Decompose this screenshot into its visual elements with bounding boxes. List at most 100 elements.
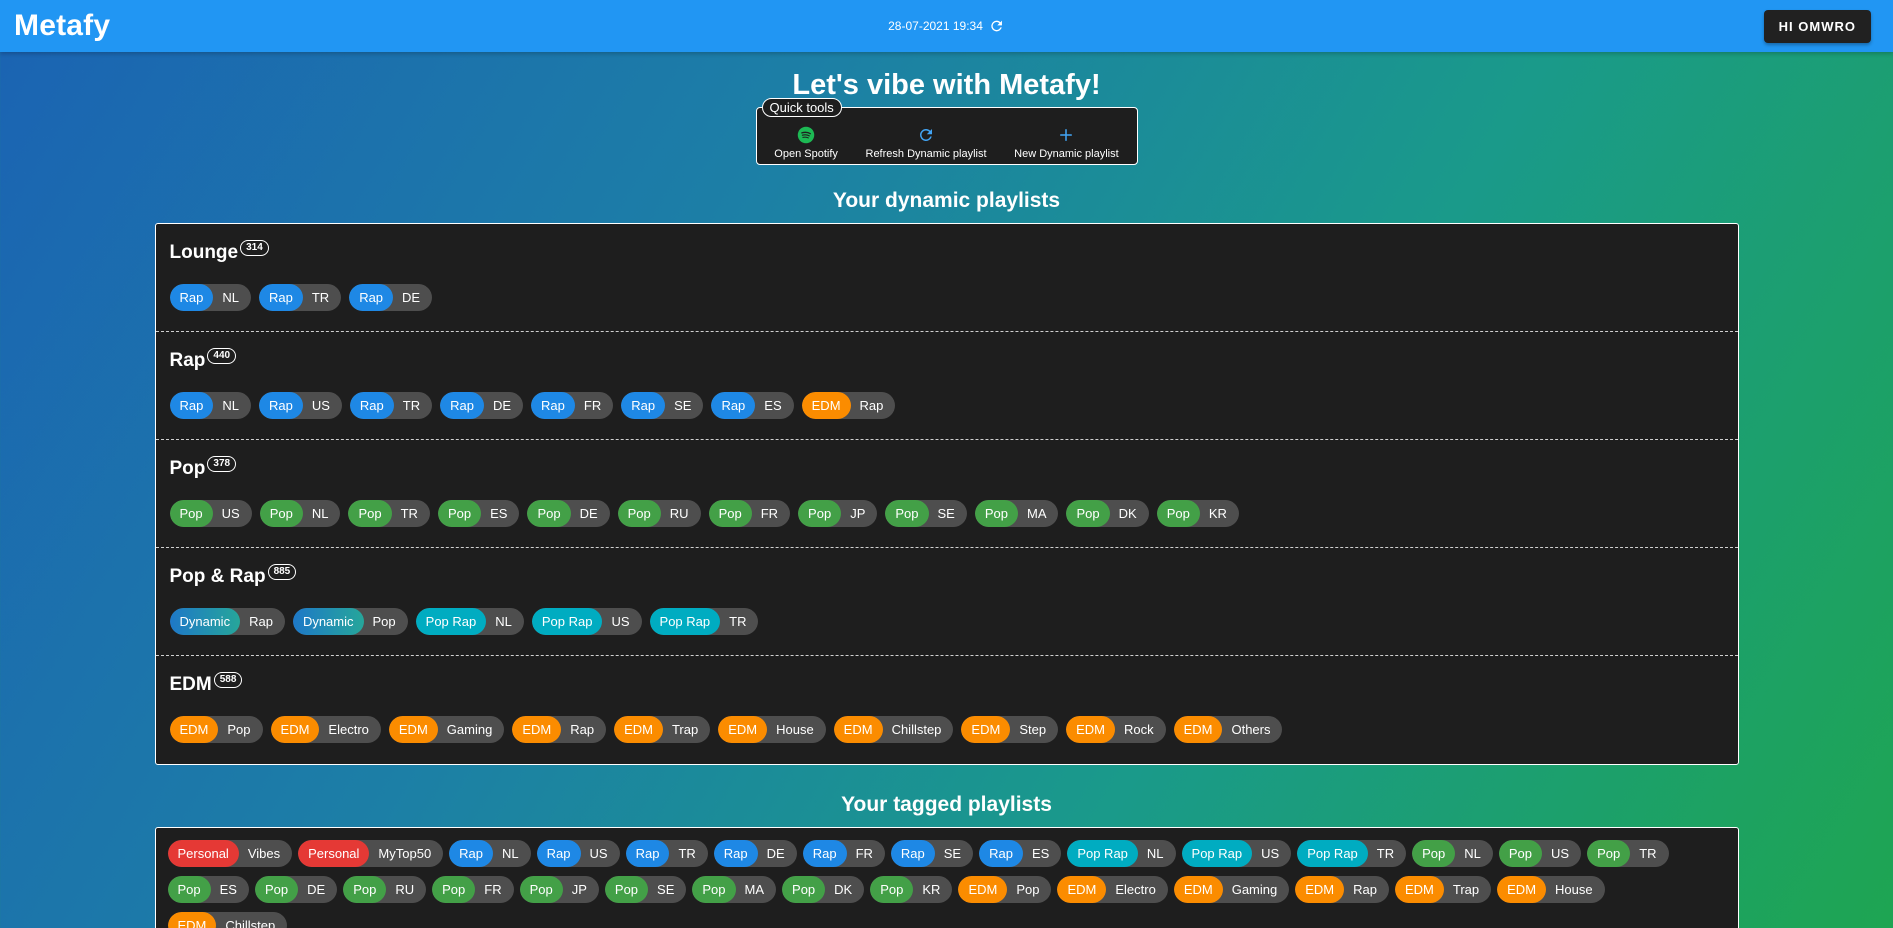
tag-chip[interactable]: EDM Trap xyxy=(1395,876,1492,903)
tag-chip-category: Pop Rap xyxy=(1181,840,1253,867)
tag-chip[interactable]: EDM Others xyxy=(1173,716,1283,743)
tag-chip[interactable]: EDM Pop xyxy=(169,716,263,743)
tag-chip[interactable]: Pop NL xyxy=(1412,840,1493,867)
tag-chip[interactable]: Rap ES xyxy=(711,392,794,419)
tag-chip[interactable]: Pop ES xyxy=(167,876,249,903)
tag-chip[interactable]: EDM House xyxy=(718,716,826,743)
tag-chip[interactable]: Pop Rap NL xyxy=(1067,840,1176,867)
tag-chip[interactable]: Pop SE xyxy=(885,500,967,527)
tag-chip-category: EDM xyxy=(1173,716,1223,743)
tag-chip[interactable]: Pop JP xyxy=(519,876,599,903)
tag-chip[interactable]: Pop DK xyxy=(1066,500,1149,527)
tag-chip[interactable]: Pop JP xyxy=(798,500,878,527)
tag-chip[interactable]: Rap ES xyxy=(979,840,1062,867)
tag-chip[interactable]: Pop KR xyxy=(870,876,953,903)
tag-chip[interactable]: Personal Vibes xyxy=(167,840,293,867)
tag-chip[interactable]: Pop TR xyxy=(348,500,430,527)
tag-chip[interactable]: Pop DK xyxy=(782,876,865,903)
tag-chip[interactable]: Pop Rap US xyxy=(1181,840,1292,867)
tag-chip[interactable]: EDM Electro xyxy=(1057,876,1168,903)
tag-chip-category: Pop xyxy=(169,500,213,527)
tag-chip[interactable]: Pop SE xyxy=(604,876,687,903)
tag-chip-value: Electro xyxy=(328,722,369,737)
new-dynamic-playlist-button[interactable]: New Dynamic playlist xyxy=(1014,126,1119,160)
tag-chip-category: EDM xyxy=(614,716,663,743)
tag-chip[interactable]: Rap NL xyxy=(169,392,251,419)
datetime-text: 28-07-2021 19:34 xyxy=(888,19,983,33)
spotify-icon xyxy=(797,126,815,144)
tag-chip[interactable]: EDM House xyxy=(1497,876,1605,903)
tag-chip[interactable]: Rap TR xyxy=(258,284,342,311)
tag-chip[interactable]: Pop US xyxy=(1498,840,1582,867)
tag-chip[interactable]: Rap SE xyxy=(890,840,974,867)
playlist-count-badge: 378 xyxy=(207,456,237,472)
playlist-name[interactable]: Rap xyxy=(170,348,206,374)
tag-chip[interactable]: Pop NL xyxy=(259,500,341,527)
open-spotify-button[interactable]: Open Spotify xyxy=(774,126,838,160)
tag-chip[interactable]: Rap TR xyxy=(625,840,708,867)
tag-chip[interactable]: Pop MA xyxy=(692,876,777,903)
tag-chip[interactable]: Pop US xyxy=(169,500,252,527)
tag-chip[interactable]: Pop RU xyxy=(617,500,701,527)
tag-chip-value: NL xyxy=(311,506,329,521)
tag-chip[interactable]: Dynamic Pop xyxy=(292,608,408,635)
tag-chip[interactable]: Pop FR xyxy=(708,500,791,527)
tag-chip[interactable]: Personal MyTop50 xyxy=(298,840,444,867)
tag-chip[interactable]: Pop Rap US xyxy=(531,608,642,635)
tag-chip[interactable]: Rap DE xyxy=(713,840,797,867)
playlist-tag-list: EDM Pop EDM Electro EDM Gaming EDM Rap EDM Trap ED… xyxy=(169,716,1724,743)
tag-chip[interactable]: EDM Gaming xyxy=(388,716,505,743)
tag-chip[interactable]: Pop DE xyxy=(254,876,338,903)
tag-chip[interactable]: Pop FR xyxy=(432,876,514,903)
playlist-name[interactable]: Lounge xyxy=(170,240,239,266)
tag-chip[interactable]: Pop Rap TR xyxy=(1297,840,1407,867)
tag-chip[interactable]: Rap DE xyxy=(440,392,524,419)
tag-chip[interactable]: EDM Chillstep xyxy=(167,912,288,928)
refresh-dynamic-playlist-button[interactable]: Refresh Dynamic playlist xyxy=(866,126,987,160)
tag-chip[interactable]: EDM Pop xyxy=(958,876,1052,903)
tag-chip-category: EDM xyxy=(1173,876,1223,903)
tag-chip[interactable]: Pop DE xyxy=(527,500,610,527)
tag-chip-category: Pop xyxy=(259,500,303,527)
tag-chip[interactable]: Rap NL xyxy=(449,840,531,867)
tag-chip-value: House xyxy=(776,722,814,737)
tag-chip[interactable]: EDM Electro xyxy=(270,716,381,743)
tag-chip[interactable]: Rap TR xyxy=(349,392,433,419)
tag-chip-value: Rap xyxy=(570,722,595,737)
tag-chip[interactable]: EDM Chillstep xyxy=(833,716,954,743)
tag-chip[interactable]: Pop KR xyxy=(1156,500,1239,527)
tag-chip[interactable]: EDM Step xyxy=(961,716,1059,743)
tag-chip[interactable]: Pop TR xyxy=(1587,840,1669,867)
tag-chip[interactable]: Rap FR xyxy=(802,840,885,867)
tag-chip[interactable]: EDM Rock xyxy=(1066,716,1166,743)
tag-chip-category: Pop xyxy=(974,500,1018,527)
tag-chip[interactable]: Pop ES xyxy=(437,500,520,527)
tag-chip-value: ES xyxy=(764,398,782,413)
tag-chip-value: NL xyxy=(495,614,512,629)
tag-chip[interactable]: EDM Rap xyxy=(1295,876,1389,903)
tag-chip[interactable]: Rap US xyxy=(258,392,342,419)
tag-chip[interactable]: Pop Rap NL xyxy=(415,608,524,635)
playlist-name[interactable]: Pop & Rap xyxy=(170,564,266,590)
tag-chip[interactable]: EDM Rap xyxy=(512,716,607,743)
tag-chip[interactable]: Pop RU xyxy=(343,876,427,903)
tag-chip[interactable]: Pop MA xyxy=(974,500,1059,527)
tag-chip[interactable]: Pop Rap TR xyxy=(649,608,759,635)
tag-chip[interactable]: Rap US xyxy=(536,840,620,867)
playlist-name[interactable]: EDM xyxy=(170,672,212,698)
brand-logo[interactable]: Metafy xyxy=(14,9,110,43)
refresh-icon[interactable] xyxy=(989,18,1005,34)
tag-chip[interactable]: EDM Gaming xyxy=(1173,876,1290,903)
user-menu-button[interactable]: HI OMWRO xyxy=(1763,9,1871,43)
tag-chip[interactable]: Rap DE xyxy=(349,284,433,311)
tag-chip[interactable]: Rap NL xyxy=(169,284,251,311)
playlist-name[interactable]: Pop xyxy=(170,456,206,482)
tag-chip-category: EDM xyxy=(958,876,1008,903)
tag-chip-value: DK xyxy=(1118,506,1137,521)
tag-chip[interactable]: EDM Rap xyxy=(801,392,896,419)
tag-chip[interactable]: Rap SE xyxy=(621,392,704,419)
tag-chip-value: House xyxy=(1555,882,1593,897)
tag-chip[interactable]: EDM Trap xyxy=(614,716,711,743)
tag-chip[interactable]: Dynamic Rap xyxy=(169,608,285,635)
tag-chip[interactable]: Rap FR xyxy=(531,392,614,419)
